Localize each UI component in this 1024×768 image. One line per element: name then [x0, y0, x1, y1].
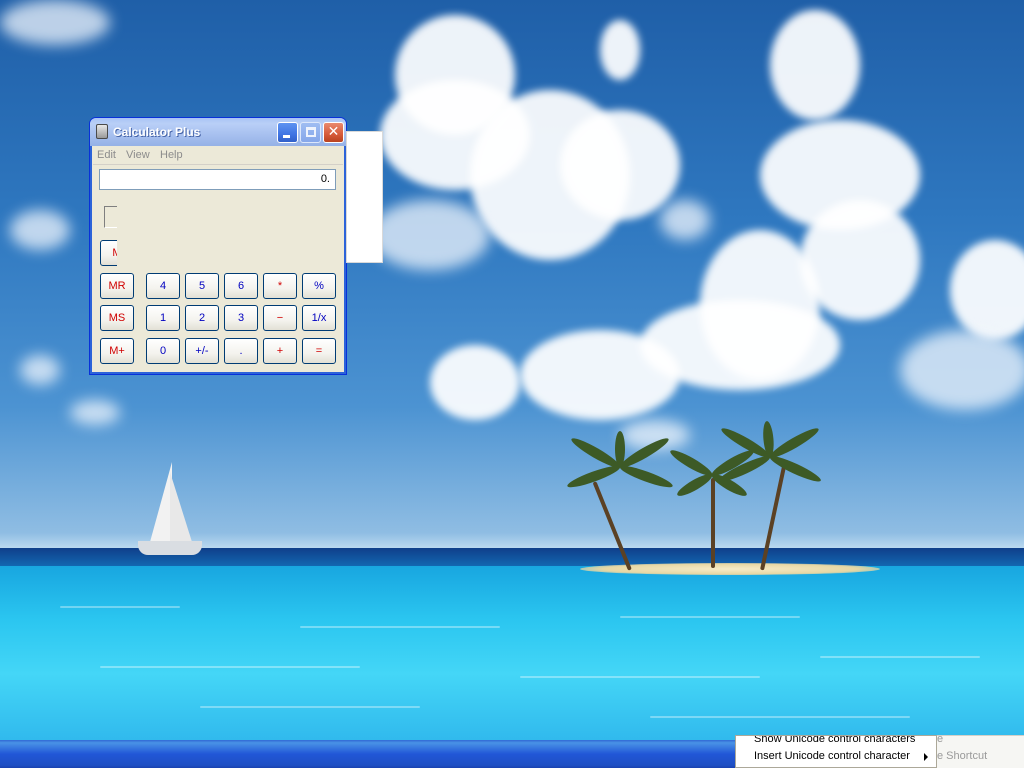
- ms-button[interactable]: MS: [100, 305, 134, 331]
- blank-window-fragment: [346, 131, 383, 263]
- decimal-button[interactable]: .: [224, 338, 258, 364]
- multiply-button[interactable]: *: [263, 273, 297, 299]
- minimize-button[interactable]: [277, 122, 298, 143]
- mr-button[interactable]: MR: [100, 273, 134, 299]
- menubar: Edit View Help: [93, 146, 343, 164]
- five-button[interactable]: 5: [185, 273, 219, 299]
- percent-button[interactable]: %: [302, 273, 336, 299]
- close-button[interactable]: ✕: [323, 122, 344, 143]
- add-button[interactable]: +: [263, 338, 297, 364]
- submenu-arrow-icon: [924, 753, 928, 761]
- four-button[interactable]: 4: [146, 273, 180, 299]
- subtract-button[interactable]: −: [263, 305, 297, 331]
- two-button[interactable]: 2: [185, 305, 219, 331]
- menu-help[interactable]: Help: [160, 149, 183, 161]
- one-button[interactable]: 1: [146, 305, 180, 331]
- parent-menu-item-shortcut[interactable]: e Shortcut: [937, 750, 987, 762]
- window-title: Calculator Plus: [113, 125, 201, 139]
- sign-toggle-button[interactable]: +/-: [185, 338, 219, 364]
- close-icon: ✕: [327, 124, 340, 140]
- six-button[interactable]: 6: [224, 273, 258, 299]
- calculator-titlebar[interactable]: Calculator Plus ✕: [90, 118, 346, 146]
- maximize-icon: [306, 127, 316, 137]
- unpainted-region: [117, 192, 339, 266]
- sea: [0, 566, 1024, 740]
- parent-context-menu: e e Shortcut: [937, 733, 1024, 768]
- calculator-display: 0.: [99, 169, 336, 190]
- menu-view[interactable]: View: [126, 149, 150, 161]
- menu-insert-unicode-control-character[interactable]: Insert Unicode control character: [754, 750, 910, 762]
- maximize-button[interactable]: [300, 122, 321, 143]
- context-menu: Show Unicode control characters Insert U…: [735, 735, 937, 768]
- menu-divider: [93, 164, 343, 165]
- reciprocal-button[interactable]: 1/x: [302, 305, 336, 331]
- zero-button[interactable]: 0: [146, 338, 180, 364]
- m-plus-button[interactable]: M+: [100, 338, 134, 364]
- menu-edit[interactable]: Edit: [97, 149, 116, 161]
- menu-show-unicode-control-characters[interactable]: Show Unicode control characters: [754, 736, 915, 745]
- three-button[interactable]: 3: [224, 305, 258, 331]
- parent-menu-item-fragment[interactable]: e: [937, 733, 943, 745]
- equals-button[interactable]: =: [302, 338, 336, 364]
- calculator-app-icon[interactable]: [96, 124, 108, 139]
- minimize-icon: [283, 135, 290, 138]
